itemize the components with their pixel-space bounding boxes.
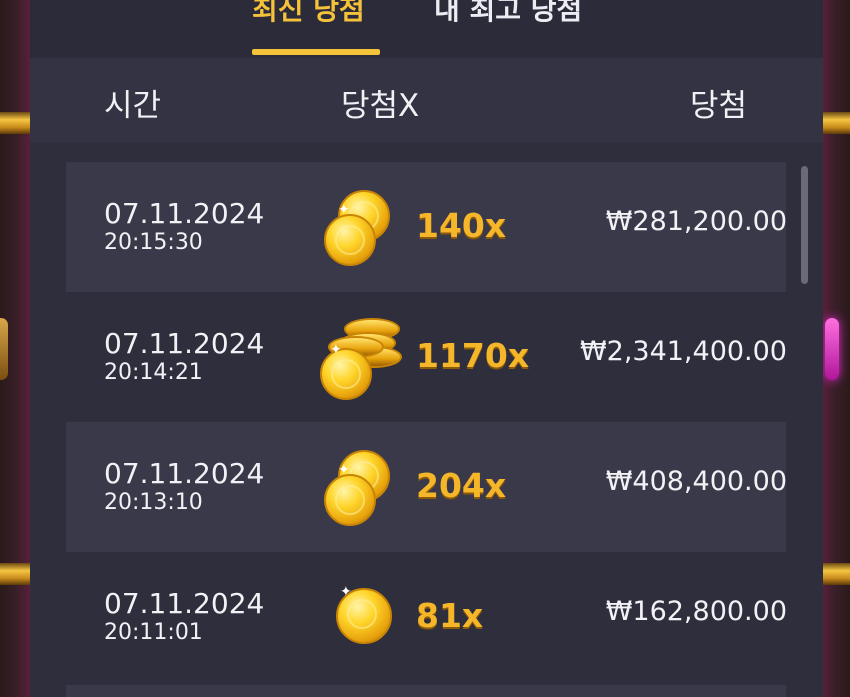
coins-pair-icon: ✦ bbox=[316, 444, 406, 534]
column-header-multiplier: 당첨X bbox=[341, 88, 420, 124]
tab-latest-wins[interactable]: 최신 당첨 bbox=[252, 0, 365, 28]
gold-border-decoration bbox=[823, 112, 850, 134]
row-time: 20:14:21 bbox=[104, 360, 203, 385]
game-background-left bbox=[0, 0, 30, 697]
row-date: 07.11.2024 bbox=[104, 457, 265, 490]
table-header: 시간 당첨X 당첨 bbox=[30, 58, 823, 142]
row-amount: ₩281,200.00 bbox=[605, 206, 787, 237]
gold-border-decoration bbox=[823, 563, 850, 585]
coins-pair-icon: ✦ bbox=[316, 184, 406, 274]
column-header-time: 시간 bbox=[104, 88, 162, 124]
column-header-win: 당첨 bbox=[689, 88, 747, 124]
row-amount: ₩162,800.00 bbox=[605, 596, 787, 627]
game-background-right bbox=[823, 0, 850, 697]
row-date: 07.11.2024 bbox=[104, 587, 265, 620]
row-time: 20:11:01 bbox=[104, 620, 203, 645]
table-row[interactable]: 07.11.2024 20:14:21 ✦ 1170x ₩2,341,400.0… bbox=[66, 292, 787, 422]
row-date: 07.11.2024 bbox=[104, 327, 265, 360]
table-row[interactable]: 07.11.2024 20:11:01 ✦ 81x ₩162,800.00 bbox=[66, 552, 787, 682]
pink-gem-decoration bbox=[825, 318, 839, 380]
list-scrollbar[interactable] bbox=[801, 166, 808, 284]
row-multiplier: 140x bbox=[416, 206, 507, 245]
table-row-partial bbox=[66, 685, 786, 697]
ornament-decoration bbox=[0, 318, 8, 380]
row-amount: ₩408,400.00 bbox=[605, 466, 787, 497]
row-multiplier: 204x bbox=[416, 466, 507, 505]
row-multiplier: 81x bbox=[416, 596, 484, 635]
table-row[interactable]: 07.11.2024 20:13:10 ✦ 204x ₩408,400.00 bbox=[66, 422, 787, 552]
tab-my-best-wins[interactable]: 내 최고 당첨 bbox=[434, 0, 582, 28]
coin-stack-icon: ✦ bbox=[316, 312, 406, 402]
row-time: 20:13:10 bbox=[104, 490, 203, 515]
coin-icon: ✦ bbox=[316, 582, 406, 672]
tab-bar: 최신 당첨 내 최고 당첨 bbox=[30, 0, 823, 58]
gold-border-decoration bbox=[0, 563, 30, 585]
row-multiplier: 1170x bbox=[416, 336, 530, 375]
gold-border-decoration bbox=[0, 112, 30, 134]
row-date: 07.11.2024 bbox=[104, 197, 265, 230]
active-tab-indicator bbox=[252, 49, 380, 55]
table-row[interactable]: 07.11.2024 20:15:30 ✦ 140x ₩281,200.00 bbox=[66, 162, 787, 292]
wins-panel: 최신 당첨 내 최고 당첨 시간 당첨X 당첨 07.11.2024 20:15… bbox=[30, 0, 823, 697]
row-time: 20:15:30 bbox=[104, 230, 203, 255]
row-amount: ₩2,341,400.00 bbox=[579, 336, 787, 367]
